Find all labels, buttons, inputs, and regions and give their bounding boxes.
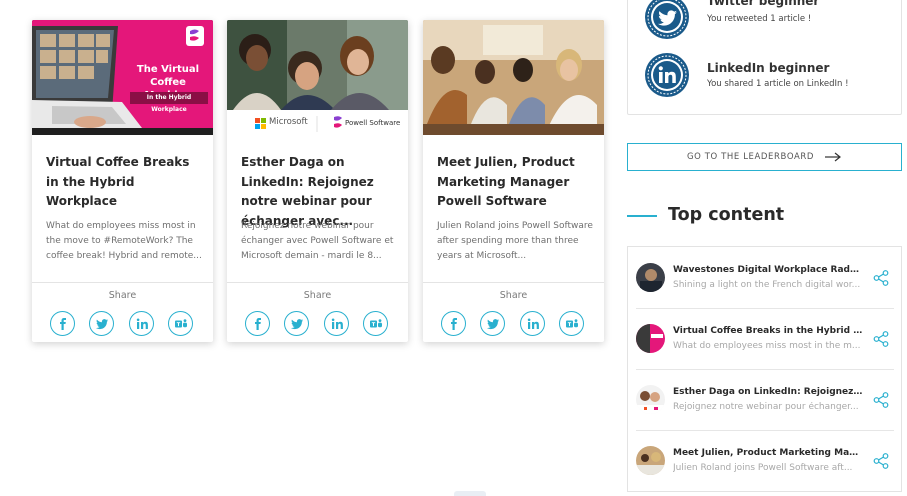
team-meeting-image (423, 20, 604, 135)
top-content-item[interactable]: Virtual Coffee Breaks in the Hybrid Wo..… (636, 309, 896, 369)
article-excerpt: Julien Roland joins Powell Software afte… (437, 221, 593, 261)
badge-title: Twitter beginner (707, 0, 820, 8)
badges-panel: Twitter beginner You retweeted 1 article… (627, 0, 902, 115)
teams-icon[interactable] (363, 311, 388, 336)
badge-title: LinkedIn beginner (707, 61, 830, 75)
share-label: Share (499, 290, 528, 301)
leaderboard-button-label: GO TO THE LEADERBOARD (686, 152, 815, 162)
share-icon[interactable] (872, 452, 890, 470)
webinar-people-image (227, 20, 408, 135)
badge-description: You shared 1 article on LinkedIn ! (707, 79, 849, 89)
microsoft-logo-text: Microsoft (269, 117, 308, 127)
share-label: Share (303, 290, 332, 301)
twitter-icon[interactable] (480, 311, 505, 336)
article-title[interactable]: Meet Julien, Product Marketing Manager P… (437, 153, 597, 212)
heading-accent-bar (627, 215, 657, 217)
item-thumbnail (636, 446, 665, 475)
facebook-icon[interactable] (441, 311, 466, 336)
top-content-item[interactable]: Esther Daga on LinkedIn: Rejoignez no...… (636, 370, 896, 430)
badge-description: You retweeted 1 article ! (707, 14, 812, 24)
share-icon[interactable] (872, 391, 890, 409)
linkedin-icon[interactable] (324, 311, 349, 336)
item-subtitle: Julien Roland joins Powell Software aft.… (673, 463, 853, 473)
item-thumbnail (636, 263, 665, 292)
twitter-icon[interactable] (89, 311, 114, 336)
divider (32, 282, 213, 283)
scroll-tab[interactable] (454, 491, 486, 496)
share-icon[interactable] (872, 330, 890, 348)
item-thumbnail (636, 385, 665, 414)
facebook-icon[interactable] (50, 311, 75, 336)
article-card[interactable]: Meet Julien, Product Marketing Manager P… (423, 20, 604, 342)
article-card[interactable]: Microsoft Powell Software Esther Daga on… (227, 20, 408, 342)
article-thumbnail[interactable]: The Virtual Coffee Machine In the Hybrid… (32, 20, 213, 135)
item-title: Wavestones Digital Workplace Radar n... (673, 265, 863, 275)
twitter-badge-icon (645, 0, 689, 39)
item-subtitle: Rejoignez notre webinar pour échanger... (673, 402, 859, 412)
teams-icon[interactable] (168, 311, 193, 336)
arrow-right-icon (825, 152, 841, 162)
article-excerpt: Rejoignez notre webinar pour échanger av… (241, 221, 394, 261)
share-icons-row (441, 311, 587, 337)
item-title: Meet Julien, Product Marketing Manag... (673, 448, 863, 458)
top-content-heading: Top content (668, 205, 785, 225)
linkedin-icon[interactable] (520, 311, 545, 336)
divider (227, 282, 408, 283)
twitter-icon[interactable] (284, 311, 309, 336)
linkedin-badge-icon (645, 53, 689, 97)
item-title: Virtual Coffee Breaks in the Hybrid Wo..… (673, 326, 863, 336)
share-label: Share (108, 290, 137, 301)
top-content-list: Wavestones Digital Workplace Radar n... … (627, 246, 902, 492)
item-subtitle: What do employees miss most in the m... (673, 341, 861, 351)
share-icons-row (245, 311, 391, 337)
item-thumbnail (636, 324, 665, 353)
article-excerpt: What do employees miss most in the move … (46, 221, 202, 261)
share-icon[interactable] (872, 269, 890, 287)
banner-subtitle: In the Hybrid Workplace (130, 92, 208, 113)
top-content-item[interactable]: Meet Julien, Product Marketing Manag... … (636, 431, 896, 491)
powell-logo-text: Powell Software (345, 119, 401, 127)
item-subtitle: Shining a light on the French digital wo… (673, 280, 861, 290)
article-title[interactable]: Virtual Coffee Breaks in the Hybrid Work… (46, 153, 206, 212)
item-title: Esther Daga on LinkedIn: Rejoignez no... (673, 387, 863, 397)
leaderboard-button[interactable]: GO TO THE LEADERBOARD (627, 143, 902, 171)
linkedin-icon[interactable] (129, 311, 154, 336)
divider (423, 282, 604, 283)
facebook-icon[interactable] (245, 311, 270, 336)
top-content-item[interactable]: Wavestones Digital Workplace Radar n... … (636, 248, 896, 308)
article-card[interactable]: The Virtual Coffee Machine In the Hybrid… (32, 20, 213, 342)
article-thumbnail[interactable]: Microsoft Powell Software (227, 20, 408, 135)
article-thumbnail[interactable] (423, 20, 604, 135)
share-icons-row (50, 311, 196, 337)
teams-icon[interactable] (559, 311, 584, 336)
